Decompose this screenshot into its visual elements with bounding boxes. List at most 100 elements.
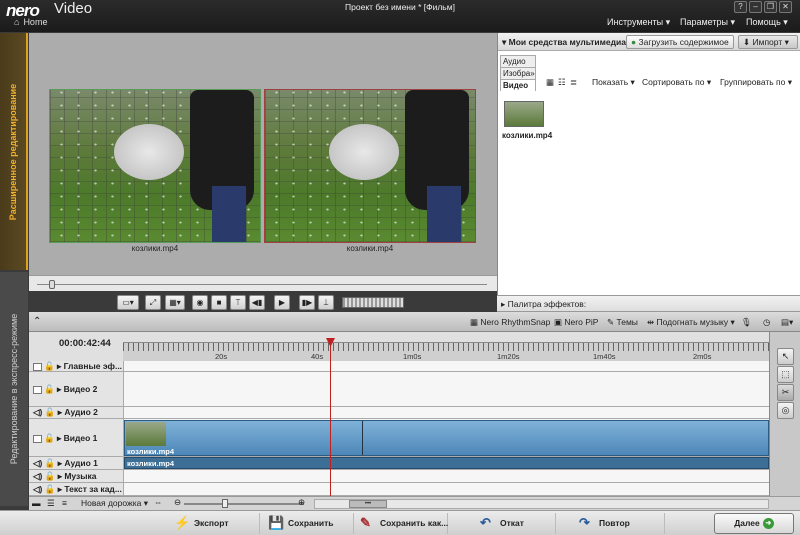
timer-icon[interactable]: ◷ [763,315,770,329]
list-view-icon[interactable]: ☷ [558,77,566,88]
pointer-icon[interactable]: ↖ [777,348,794,365]
layout-icon[interactable]: ▦▾ [165,295,185,310]
effect-tool-icon[interactable]: ◎ [777,402,794,419]
group-button[interactable]: Группировать по ▾ [720,77,792,88]
undo-button[interactable]: ↶ Откат [476,513,556,534]
step-back-icon[interactable]: ◀▮ [249,295,265,310]
timeline-ruler[interactable]: 20s 40s 1m0s 1m20s 1m40s 2m0s [123,342,769,362]
visibility-icon[interactable] [33,362,42,371]
save-button[interactable]: 💾 Сохранить [264,513,354,534]
menu-tools[interactable]: Инструменты ▾ [607,17,670,28]
speaker-icon[interactable]: ◁) [33,471,42,481]
minimize-icon[interactable]: – [749,1,762,13]
track-header-voiceover[interactable]: ◁) 🔓 ▸ Текст за кад... [29,483,123,496]
video-clip[interactable]: козлики.mp4 [124,420,769,456]
track-audio-2[interactable] [123,407,769,419]
lock-icon[interactable]: 🔓 [44,433,55,443]
lock-icon[interactable]: 🔓 [45,458,56,468]
mark-in-icon[interactable]: ⟙ [230,295,246,310]
scrubber-handle[interactable] [49,280,55,289]
timeline-horizontal-scrollbar[interactable]: ••• [314,499,769,509]
fit-music-button[interactable]: ⇹ Подогнать музыку ▾ [647,315,735,329]
effects-palette[interactable]: ▸ Палитра эффектов: [497,295,800,312]
next-button[interactable]: Далее ➜ [714,513,794,534]
display-mode-icon[interactable]: ▭▾ [117,295,139,310]
tab-advanced-editing[interactable]: Расширенное редактирование [0,33,28,270]
grid-view-icon[interactable]: ▦ [546,77,554,88]
track-header-video-1[interactable]: 🔓 ▸ Видео 1 [29,419,123,457]
sort-button[interactable]: Сортировать по ▾ [642,77,711,88]
lock-icon[interactable]: 🔓 [44,361,55,371]
new-track-dropdown[interactable]: Новая дорожка ▾ [81,498,148,509]
collapse-icon[interactable]: ⌃ [33,315,41,329]
close-icon[interactable]: ✕ [779,1,792,13]
track-voiceover[interactable] [123,483,769,496]
zoom-slider-handle[interactable] [222,499,228,508]
track-music[interactable] [123,470,769,483]
speaker-icon[interactable]: ◁) [33,458,42,468]
stop-icon[interactable]: ■ [211,295,227,310]
themes-button[interactable]: ✎ Темы [607,315,638,329]
tab-video[interactable]: Видео [500,79,536,91]
speaker-icon[interactable]: ◁) [33,407,42,417]
zoom-in-icon[interactable]: ⊕ [298,497,305,508]
track-header-audio-1[interactable]: ◁) 🔓 ▸ Аудио 1 [29,457,123,470]
tab-images[interactable]: Изобра» [500,67,536,79]
lock-icon[interactable]: 🔓 [45,471,56,481]
timecode-display: 00:00:42:44 [59,338,111,349]
audio-clip[interactable]: козлики.mp4 [124,457,769,469]
speaker-icon[interactable]: ◁) [33,484,42,494]
visibility-icon[interactable] [33,434,42,443]
lock-icon[interactable]: 🔓 [45,484,56,494]
ruler-label: 1m0s [403,352,422,361]
track-video-2[interactable] [123,372,769,407]
export-button[interactable]: ⚡ Экспорт [170,513,260,534]
timeline-toolbar: ⌃ ▦ Nero RhythmSnap ▣ Nero PiP ✎ Темы ⇹ … [29,312,800,332]
settings-icon[interactable]: ▤▾ [781,315,793,329]
lock-icon[interactable]: 🔓 [44,384,55,394]
scissors-icon[interactable]: ✂ [777,384,794,401]
rhythm-snap-button[interactable]: ▦ Nero RhythmSnap [470,315,550,329]
view-mode-1-icon[interactable]: ▬ [32,498,41,508]
play-icon[interactable]: ▶ [274,295,290,310]
mark-out-icon[interactable]: ⟘ [318,295,334,310]
snapshot-icon[interactable]: ◉ [192,295,208,310]
microphone-icon[interactable]: 🎙 [741,315,752,329]
step-forward-icon[interactable]: ▮▶ [299,295,315,310]
tab-audio[interactable]: Аудио [500,55,536,67]
preview-frame-right[interactable] [264,89,476,243]
tab-express-editing[interactable]: Редактирование в экспресс-режиме [0,272,28,506]
menu-settings[interactable]: Параметры ▾ [680,17,735,28]
save-as-button[interactable]: ✎ Сохранить как... [356,513,448,534]
detail-view-icon[interactable]: ≣ [570,77,577,88]
zoom-out-icon[interactable]: ⊖ [174,497,181,508]
fit-zoom-icon[interactable]: ⇔ [154,497,163,507]
help-icon[interactable]: ? [734,1,747,13]
import-button[interactable]: ⬇ Импорт ▾ [738,35,798,49]
upload-content-button[interactable]: ● Загрузить содержимое [626,35,734,49]
home-button[interactable]: ⌂ Home [14,17,47,27]
fullscreen-icon[interactable]: ⤢ [145,295,161,310]
select-region-icon[interactable]: ⬚ [777,366,794,383]
media-item-thumbnail[interactable] [504,101,544,127]
playhead-line[interactable] [330,338,331,500]
redo-button[interactable]: ↷ Повтор [575,513,665,534]
track-header-music[interactable]: ◁) 🔓 ▸ Музыка [29,470,123,483]
track-header-main-effects[interactable]: 🔓 ▸ Главные эф... [29,361,123,372]
visibility-icon[interactable] [33,385,42,394]
lock-icon[interactable]: 🔓 [45,407,56,417]
volume-meter[interactable] [342,297,404,308]
view-mode-2-icon[interactable]: ☰ [47,498,55,509]
preview-scrubber[interactable] [29,275,497,291]
track-header-audio-2[interactable]: ◁) 🔓 ▸ Аудио 2 [29,407,123,419]
show-button[interactable]: Показать ▾ [592,77,635,88]
view-mode-3-icon[interactable]: ≡ [62,498,67,508]
zoom-slider[interactable] [184,503,304,505]
preview-frame-left[interactable] [49,89,261,243]
scrollbar-thumb[interactable]: ••• [349,500,387,508]
pip-button[interactable]: ▣ Nero PiP [554,315,598,329]
menu-help[interactable]: Помощь ▾ [746,17,788,28]
track-header-video-2[interactable]: 🔓 ▸ Видео 2 [29,372,123,407]
track-main-effects[interactable] [123,361,769,372]
maximize-icon[interactable]: ❐ [764,1,777,13]
